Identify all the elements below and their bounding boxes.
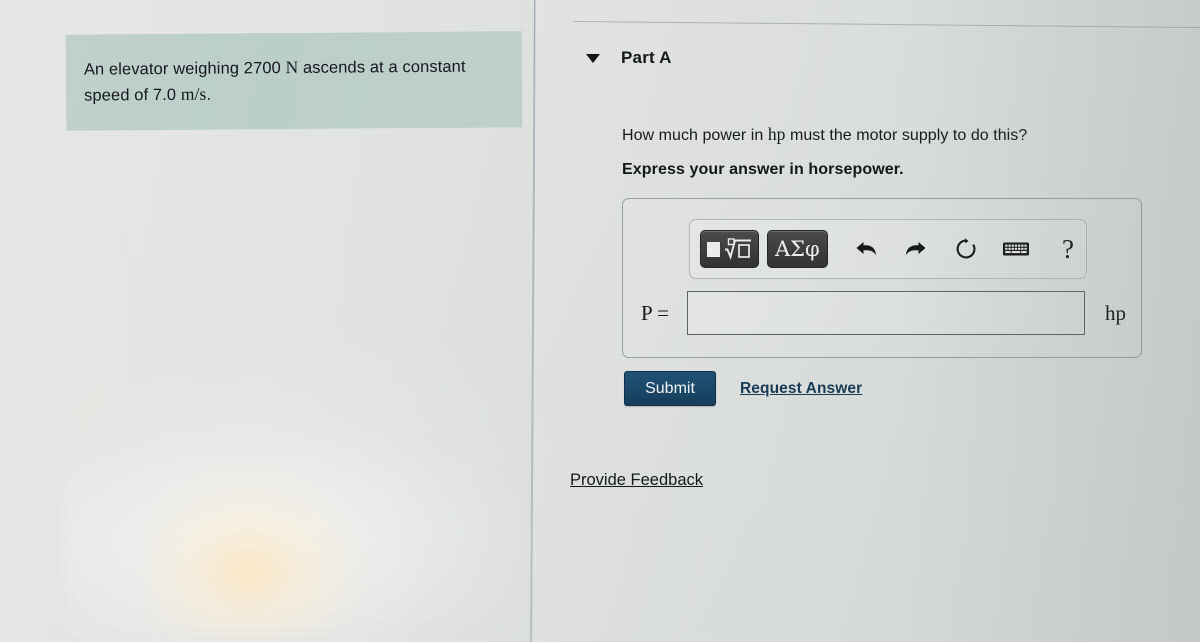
greek-symbols-label: ΑΣφ: [774, 237, 820, 261]
undo-icon[interactable]: [848, 230, 884, 268]
instruction-text: Express your answer in horsepower.: [622, 161, 904, 178]
photographed-screen: An elevator weighing 2700 N ascends at a…: [0, 0, 1200, 642]
speed-unit: m/s: [180, 83, 207, 104]
undo-glyph: [856, 242, 876, 255]
answer-unit-label: hp: [1105, 300, 1126, 325]
provide-feedback-link[interactable]: Provide Feedback: [570, 471, 703, 490]
problem-text-part1: An elevator weighing 2700: [83, 59, 286, 79]
redo-icon[interactable]: [898, 230, 934, 268]
question-text-pre: How much power in: [622, 127, 768, 144]
answer-panel: ΑΣφ ? P = hp: [622, 198, 1142, 358]
answer-label: P =: [641, 300, 669, 325]
answer-input-row: P = hp: [641, 291, 1126, 335]
greek-symbols-button[interactable]: ΑΣφ: [766, 230, 828, 268]
request-answer-link[interactable]: Request Answer: [740, 380, 862, 398]
keyboard-glyph: [1002, 242, 1029, 256]
math-toolbar: ΑΣφ ?: [689, 219, 1087, 279]
problem-text-part3: .: [206, 85, 212, 104]
submit-button[interactable]: Submit: [624, 371, 716, 406]
answer-input[interactable]: [687, 291, 1085, 335]
redo-glyph: [905, 242, 926, 255]
chevron-down-icon[interactable]: [586, 53, 600, 63]
question-text: How much power in hp must the motor supp…: [622, 124, 1027, 145]
reset-icon[interactable]: [948, 230, 984, 268]
help-icon[interactable]: ?: [1050, 230, 1086, 268]
part-title: Part A: [621, 48, 672, 67]
problem-statement-box: An elevator weighing 2700 N ascends at a…: [65, 31, 523, 131]
square-root-template-glyph: [707, 238, 752, 260]
question-text-post: must the motor supply to do this?: [785, 127, 1028, 144]
problem-statement-text: An elevator weighing 2700 N ascends at a…: [84, 53, 504, 108]
reset-glyph: [956, 238, 976, 259]
newton-unit: N: [285, 56, 299, 78]
square-root-template-icon[interactable]: [700, 230, 759, 268]
left-pane: An elevator weighing 2700 N ascends at a…: [0, 0, 533, 642]
keyboard-icon[interactable]: [998, 230, 1034, 268]
part-a-header[interactable]: Part A: [586, 48, 672, 68]
question-unit-hp: hp: [767, 124, 786, 144]
